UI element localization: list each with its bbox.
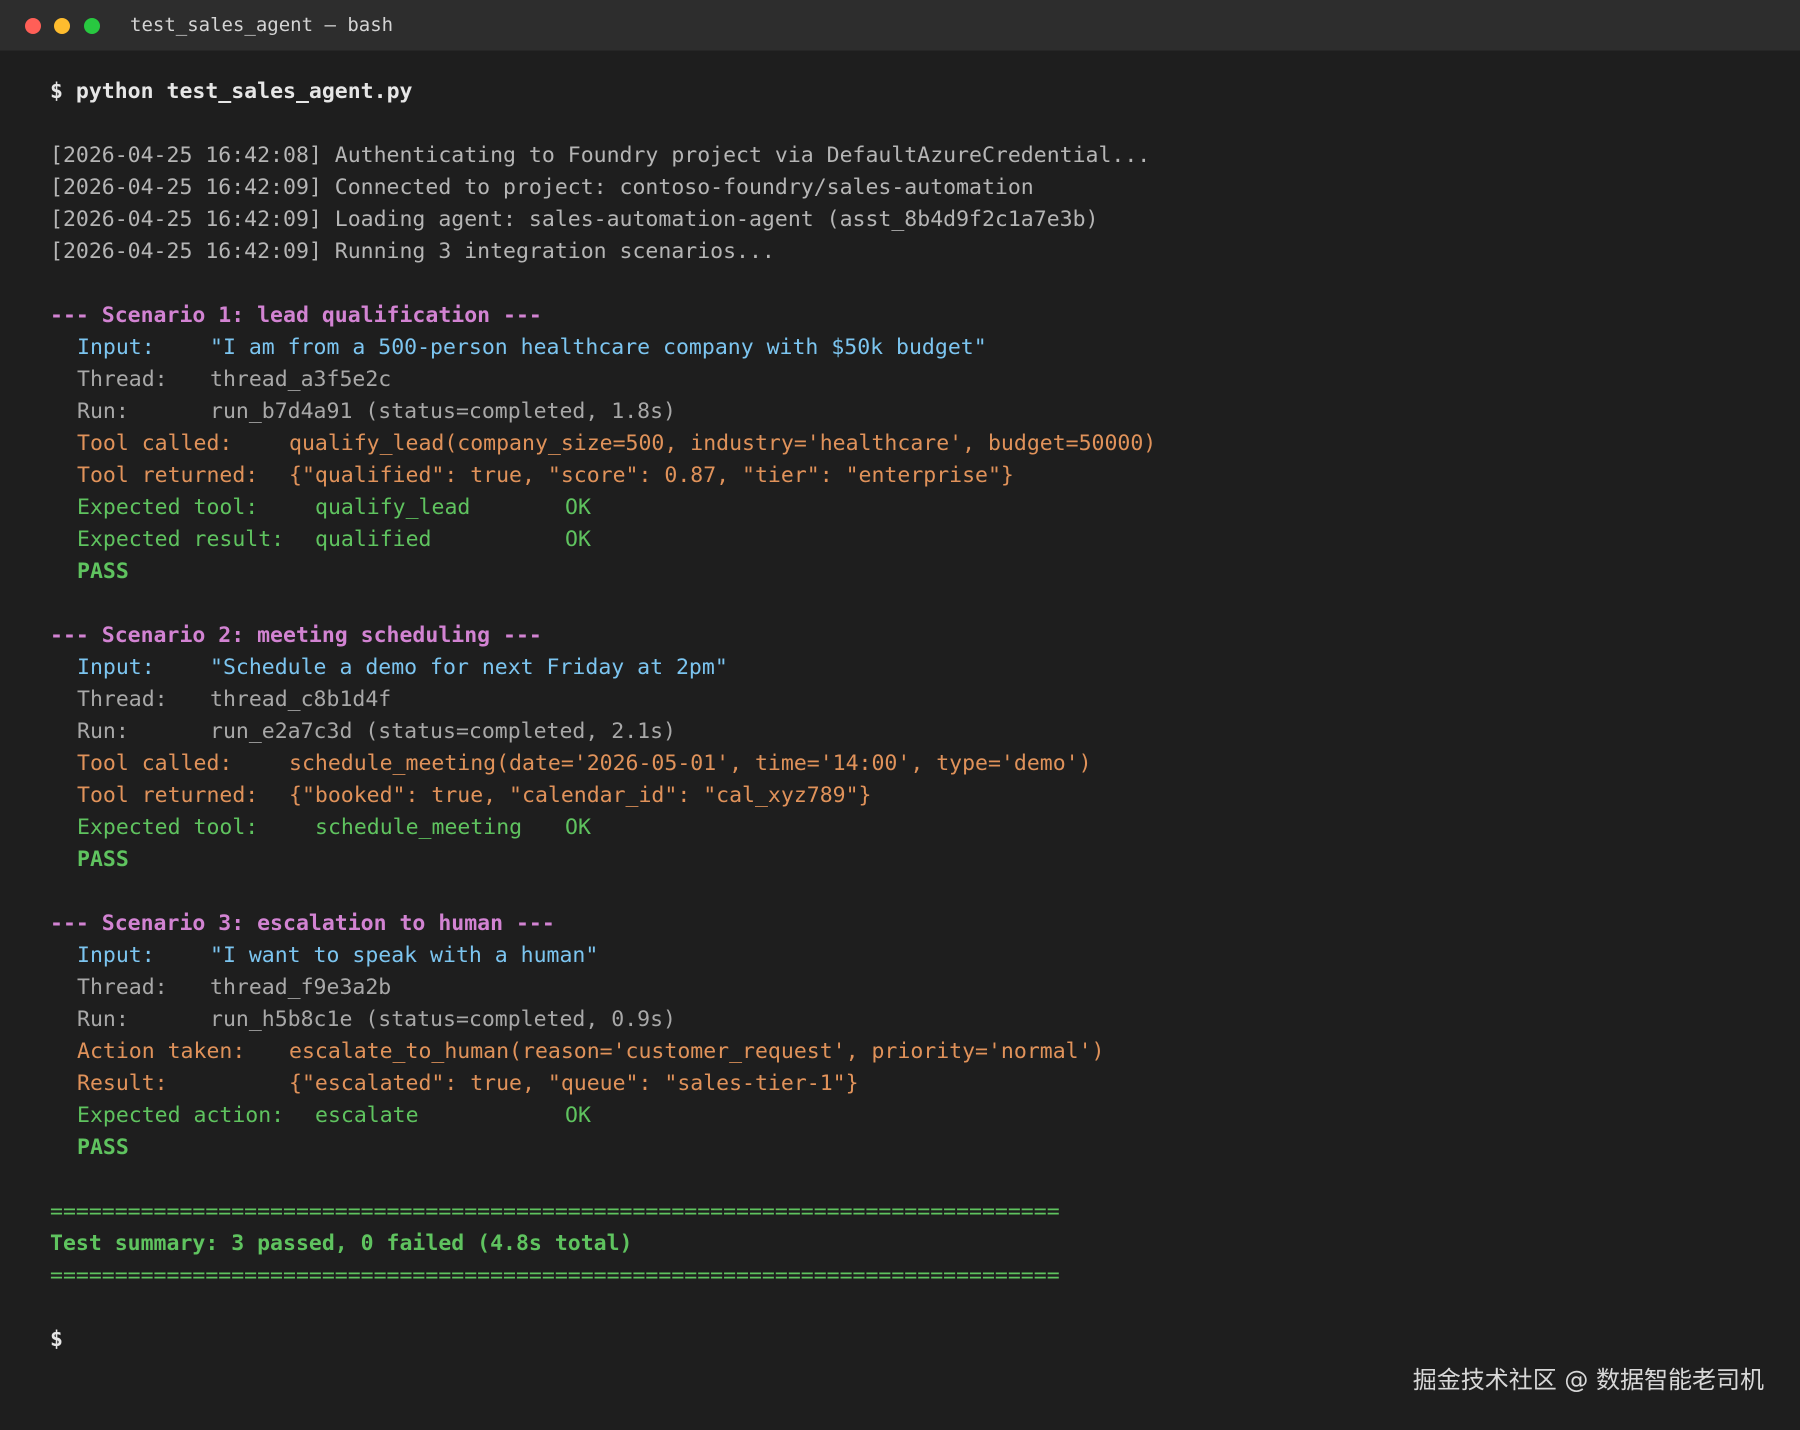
scenario-action-result: Result: {"escalated": true, "queue": "sal… [77,1071,859,1096]
command-text: python test_sales_agent.py [75,79,413,104]
log-line: [2026-04-25 16:42:09] Loading agent: sal… [50,207,1099,232]
watermark: 掘金技术社区 @ 数据智能老司机 [1412,1366,1764,1394]
separator-line: ========================================… [50,1263,1060,1288]
scenario-run: Run: run_b7d4a91 (status=completed, 1.8s) [77,399,676,424]
scenario-result: PASS [77,847,129,872]
scenario-header: --- Scenario 2: meeting scheduling --- [50,623,542,648]
scenario-header: --- Scenario 3: escalation to human --- [50,911,555,936]
terminal-output[interactable]: $ python test_sales_agent.py [2026-04-25… [50,76,1770,1356]
scenario-check: Expected result: qualified OK [77,527,591,552]
scenario-action-taken: Action taken: escalate_to_human(reason='c… [77,1039,1105,1064]
scenario-check: Expected action: escalate OK [77,1103,591,1128]
check-status: OK [565,1103,591,1128]
scenario-result: PASS [77,1135,129,1160]
final-prompt[interactable]: $ [50,1324,1770,1356]
check-status: OK [565,815,591,840]
scenario-tool-called: Tool called: schedule_meeting(date='2026-… [77,751,1092,776]
scenario-thread: Thread: thread_a3f5e2c [77,367,392,392]
check-status: OK [565,527,591,552]
command-line: $ python test_sales_agent.py [50,76,1770,108]
window-title: test_sales_agent — bash [130,14,394,36]
scenario-check: Expected tool: qualify_lead OK [77,495,591,520]
title-bar: test_sales_agent — bash [0,0,1800,51]
prompt-symbol: $ [50,79,63,104]
separator-line: ========================================… [50,1199,1060,1224]
scenario-run: Run: run_e2a7c3d (status=completed, 2.1s) [77,719,676,744]
log-line: [2026-04-25 16:42:08] Authenticating to … [50,143,1151,168]
scenario-input: Input: "Schedule a demo for next Friday a… [77,655,728,680]
scenario-tool-returned: Tool returned: {"qualified": true, "score… [77,463,1014,488]
scenario-thread: Thread: thread_c8b1d4f [77,687,392,712]
minimize-window-button[interactable] [54,18,70,34]
test-summary: Test summary: 3 passed, 0 failed (4.8s t… [50,1231,633,1256]
scenario-result: PASS [77,559,129,584]
scenario-header: --- Scenario 1: lead qualification --- [50,303,542,328]
scenario-thread: Thread: thread_f9e3a2b [77,975,392,1000]
scenario-input: Input: "I want to speak with a human" [77,943,599,968]
log-line: [2026-04-25 16:42:09] Running 3 integrat… [50,239,775,264]
log-line: [2026-04-25 16:42:09] Connected to proje… [50,175,1034,200]
close-window-button[interactable] [25,18,41,34]
scenario-check: Expected tool: schedule_meeting OK [77,815,591,840]
scenario-run: Run: run_h5b8c1e (status=completed, 0.9s) [77,1007,676,1032]
check-status: OK [565,495,591,520]
scenario-input: Input: "I am from a 500-person healthcare… [77,335,987,360]
zoom-window-button[interactable] [84,18,100,34]
scenario-tool-called: Tool called: qualify_lead(company_size=50… [77,431,1157,456]
scenario-tool-returned: Tool returned: {"booked": true, "calendar… [77,783,872,808]
terminal-window: test_sales_agent — bash $ python test_sa… [0,0,1800,1430]
